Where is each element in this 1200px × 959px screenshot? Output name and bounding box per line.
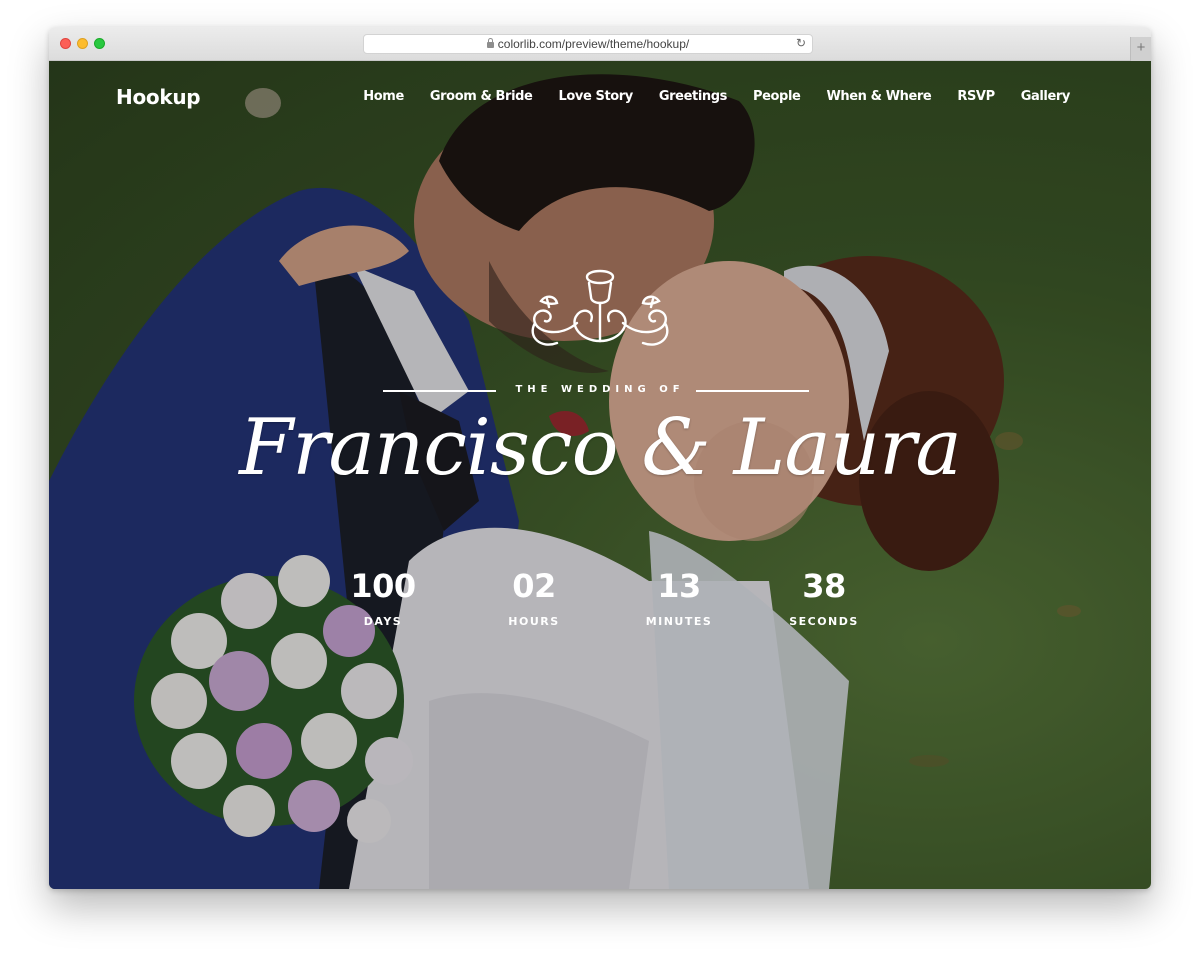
nav-rsvp[interactable]: RSVP <box>957 89 995 104</box>
nav-gallery[interactable]: Gallery <box>1021 89 1071 104</box>
countdown-timer: 100 DAYS 02 HOURS 13 MINUTES 38 SECONDS <box>307 567 887 647</box>
countdown-days-value: 100 <box>350 567 416 605</box>
address-bar[interactable]: colorlib.com/preview/theme/hookup/ ↻ <box>363 34 813 54</box>
browser-window: colorlib.com/preview/theme/hookup/ ↻ + H… <box>49 27 1151 889</box>
nav-home[interactable]: Home <box>363 89 404 104</box>
wedding-ornament-icon <box>531 269 669 346</box>
countdown-seconds-label: SECONDS <box>789 615 859 628</box>
site-logo[interactable]: Hookup <box>116 85 201 109</box>
nav-groom-bride[interactable]: Groom & Bride <box>430 89 533 104</box>
address-url: colorlib.com/preview/theme/hookup/ <box>497 37 690 51</box>
nav-greetings[interactable]: Greetings <box>659 89 727 104</box>
zoom-window-button[interactable] <box>94 38 105 49</box>
nav-people[interactable]: People <box>753 89 801 104</box>
nav-when-where[interactable]: When & Where <box>826 89 931 104</box>
new-tab-button[interactable]: + <box>1130 37 1151 61</box>
minimize-window-button[interactable] <box>77 38 88 49</box>
main-menu: Home Groom & Bride Love Story Greetings … <box>363 89 1070 104</box>
lock-icon <box>486 38 494 48</box>
countdown-days-label: DAYS <box>363 615 403 628</box>
countdown-hours-value: 02 <box>512 567 556 605</box>
countdown-hours-label: HOURS <box>508 615 560 628</box>
countdown-days: 100 DAYS <box>323 567 443 628</box>
countdown-minutes-label: MINUTES <box>645 615 713 628</box>
wedding-kicker: THE WEDDING OF <box>515 384 685 395</box>
couple-names: Francisco & Laura <box>239 403 962 493</box>
site-navbar: Hookup Home Groom & Bride Love Story Gre… <box>49 61 1151 133</box>
countdown-minutes-value: 13 <box>657 567 701 605</box>
countdown-hours: 02 HOURS <box>474 567 594 628</box>
browser-titlebar: colorlib.com/preview/theme/hookup/ ↻ + <box>49 27 1151 61</box>
hero-section: Hookup Home Groom & Bride Love Story Gre… <box>49 61 1151 889</box>
nav-love-story[interactable]: Love Story <box>558 89 633 104</box>
reload-icon[interactable]: ↻ <box>796 36 806 50</box>
close-window-button[interactable] <box>60 38 71 49</box>
countdown-minutes: 13 MINUTES <box>619 567 739 628</box>
countdown-seconds-value: 38 <box>802 567 846 605</box>
countdown-seconds: 38 SECONDS <box>764 567 884 628</box>
